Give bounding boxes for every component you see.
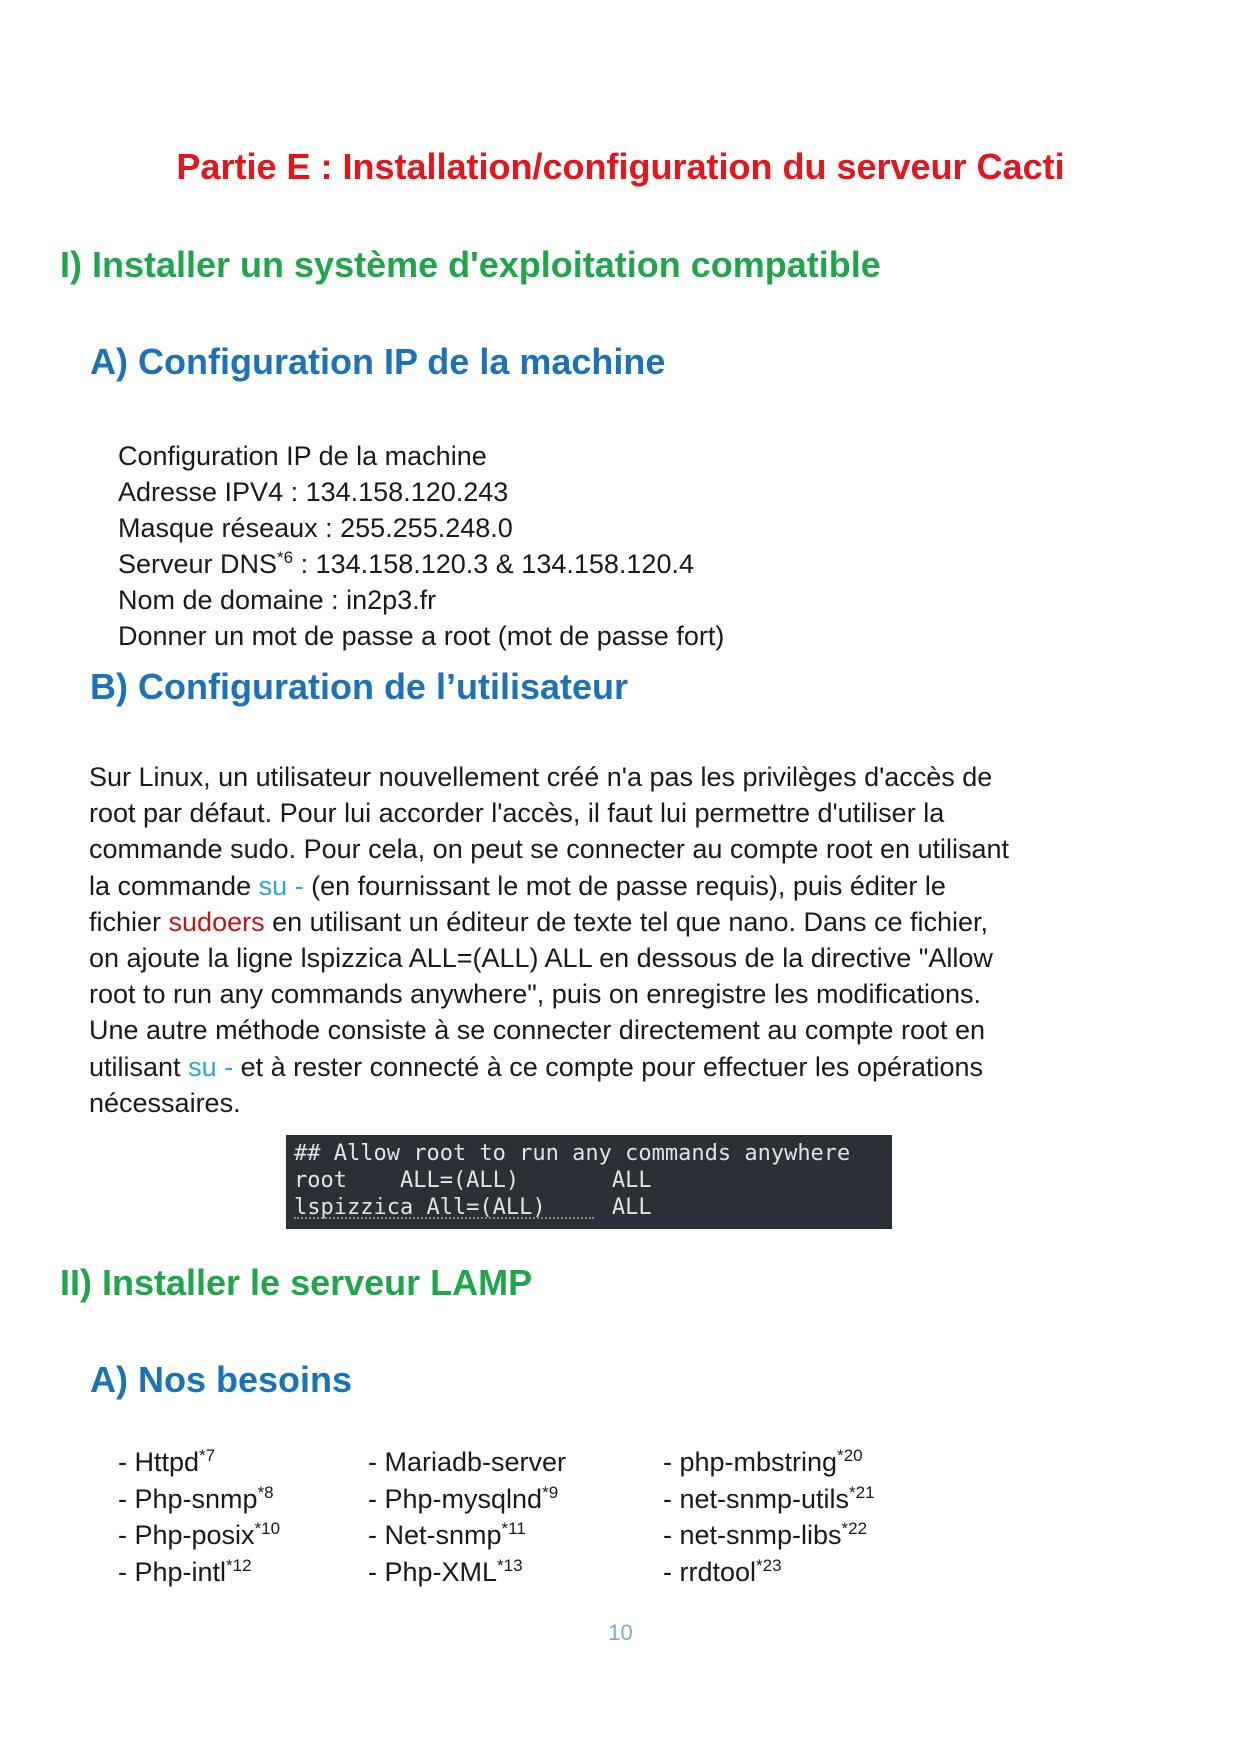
ip-line-dns: Serveur DNS*6 : 134.158.120.3 & 134.158.… <box>118 546 724 582</box>
subsection-1b-heading: B) Configuration de l’utilisateur <box>90 666 628 707</box>
requirements-column-3: - php-mbstring*20 - net-snmp-utils*21 - … <box>663 1444 875 1590</box>
package-name: - Httpd <box>118 1447 200 1477</box>
ip-line-root-password: Donner un mot de passe a root (mot de pa… <box>118 621 725 651</box>
package-item: - Httpd*7 <box>118 1444 280 1481</box>
requirements-column-2: - Mariadb-server - Php-mysqlnd*9 - Net-s… <box>368 1444 566 1590</box>
footnote-ref: *8 <box>257 1482 274 1502</box>
footnote-ref: *13 <box>497 1555 523 1575</box>
footnote-ref: *7 <box>199 1446 216 1465</box>
para-line: nécessaires. <box>89 1087 241 1118</box>
footnote-ref: *22 <box>841 1519 868 1538</box>
package-name: - net-snmp-libs <box>663 1520 842 1550</box>
package-name: - Php-mysqlnd <box>368 1483 543 1514</box>
ip-line-mask: Masque réseaux : 255.255.248.0 <box>118 513 513 543</box>
para-line: Une autre méthode consiste à se connecte… <box>89 1015 986 1046</box>
ip-configuration-block: Configuration IP de la machine Adresse I… <box>118 438 724 654</box>
footnote-ref: *9 <box>542 1482 559 1502</box>
footnote-ref: *20 <box>837 1446 863 1465</box>
dns-label: Serveur DNS <box>118 549 278 579</box>
para-text: fichier <box>89 906 169 937</box>
package-item: - net-snmp-utils*21 <box>663 1481 875 1518</box>
para-line: utilisant su - et à rester connecté à ce… <box>89 1049 1009 1085</box>
package-item: - Php-snmp*8 <box>118 1481 280 1518</box>
package-name: - rrdtool <box>663 1556 757 1587</box>
package-name: - Net-snmp <box>368 1520 502 1550</box>
para-text: utilisant <box>89 1051 189 1082</box>
terminal-line-comment: ## Allow root to run any commands anywhe… <box>294 1141 851 1166</box>
para-line: root par défaut. Pour lui accorder l'acc… <box>89 798 945 829</box>
requirements-column-1: - Httpd*7 - Php-snmp*8 - Php-posix*10 - … <box>118 1444 280 1590</box>
ip-line-ipv4: Adresse IPV4 : 134.158.120.243 <box>118 477 509 507</box>
footnote-ref: *11 <box>501 1519 526 1538</box>
package-name: - Php-posix <box>118 1520 255 1550</box>
dns-value: : 134.158.120.3 & 134.158.120.4 <box>293 549 694 579</box>
subsection-2a-heading: A) Nos besoins <box>90 1359 353 1400</box>
partie-title: Partie E : Installation/configuration du… <box>176 146 1065 187</box>
ip-line-title: Configuration IP de la machine <box>118 441 487 471</box>
sudoers-terminal-screenshot: ## Allow root to run any commands anywhe… <box>286 1135 892 1229</box>
terminal-line-root: root ALL=(ALL) ALL <box>294 1168 652 1193</box>
package-item: - Net-snmp*11 <box>368 1517 566 1554</box>
package-name: - Php-XML <box>368 1556 498 1587</box>
footnote-ref: *23 <box>756 1555 782 1575</box>
section-1-heading: I) Installer un système d'exploitation c… <box>60 244 881 285</box>
package-item: - Mariadb-server <box>368 1444 566 1481</box>
package-item: - php-mbstring*20 <box>663 1444 875 1481</box>
package-name: - Mariadb-server <box>368 1447 567 1477</box>
subsection-1a-heading: A) Configuration IP de la machine <box>90 341 666 382</box>
ip-line-domain: Nom de domaine : in2p3.fr <box>118 585 437 615</box>
package-name: - net-snmp-utils <box>663 1483 850 1514</box>
package-name: - Php-snmp <box>118 1483 258 1514</box>
package-item: - Php-intl*12 <box>118 1554 280 1591</box>
package-item: - Php-posix*10 <box>118 1517 280 1554</box>
footnote-ref: *6 <box>277 548 294 567</box>
para-line: fichier sudoers en utilisant un éditeur … <box>89 904 1009 940</box>
para-line: la commande su - (en fournissant le mot … <box>89 868 1009 904</box>
package-item: - rrdtool*23 <box>663 1554 875 1591</box>
footnote-ref: *12 <box>226 1555 252 1575</box>
para-text: en utilisant un éditeur de texte tel que… <box>264 906 989 937</box>
para-line: commande sudo. Pour cela, on peut se con… <box>89 834 1010 865</box>
su-command: su - <box>258 870 304 901</box>
footnote-ref: *21 <box>849 1482 875 1502</box>
package-item: - Php-mysqlnd*9 <box>368 1481 566 1518</box>
para-text: la commande <box>89 870 259 901</box>
package-item: - net-snmp-libs*22 <box>663 1517 875 1554</box>
section-2-heading: II) Installer le serveur LAMP <box>60 1262 533 1303</box>
para-line: on ajoute la ligne lspizzica ALL=(ALL) A… <box>89 943 993 974</box>
package-name: - Php-intl <box>118 1556 227 1587</box>
footnote-ref: *10 <box>254 1519 281 1538</box>
para-text: et à rester connecté à ce compte pour ef… <box>233 1051 984 1082</box>
sudo-explanation-paragraph: Sur Linux, un utilisateur nouvellement c… <box>89 759 1009 1121</box>
para-text: (en fournissant le mot de passe requis),… <box>303 870 946 901</box>
package-name: - php-mbstring <box>663 1447 838 1477</box>
sudoers-file: sudoers <box>168 906 265 937</box>
page-number: 10 <box>608 1620 633 1645</box>
package-item: - Php-XML*13 <box>368 1554 566 1591</box>
su-command: su - <box>188 1051 234 1082</box>
terminal-cropped-line <box>294 1217 594 1229</box>
para-line: root to run any commands anywhere", puis… <box>89 979 982 1010</box>
para-line: Sur Linux, un utilisateur nouvellement c… <box>89 762 993 792</box>
